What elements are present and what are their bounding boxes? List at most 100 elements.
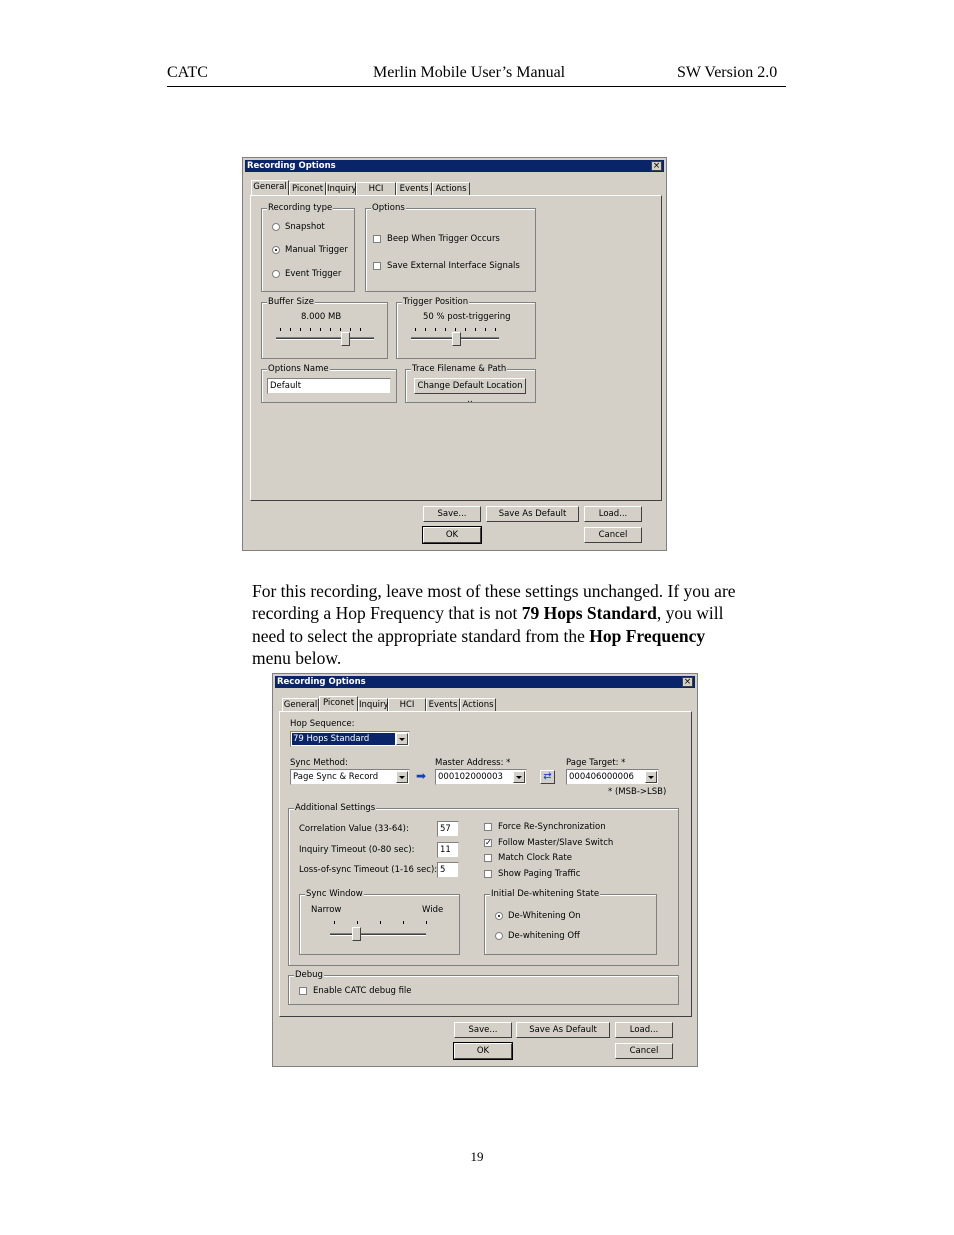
correlation-label: Correlation Value (33-64):	[299, 824, 409, 834]
save-as-default-button[interactable]: Save As Default	[516, 1022, 610, 1038]
options-name-input[interactable]: Default	[267, 378, 391, 394]
close-icon[interactable]: ×	[682, 677, 693, 687]
follow-switch-checkbox[interactable]: ✓	[484, 839, 492, 847]
master-address-select[interactable]: 000102000003	[435, 769, 527, 785]
trigger-position-slider[interactable]	[452, 332, 461, 346]
sync-window-wide: Wide	[422, 905, 444, 915]
ok-button[interactable]: OK	[453, 1042, 513, 1060]
sync-window-slider[interactable]	[352, 927, 361, 941]
beep-checkbox[interactable]	[373, 235, 381, 243]
additional-settings-group: Additional Settings Correlation Value (3…	[288, 803, 679, 966]
tab-hci[interactable]: HCI	[356, 182, 396, 195]
sync-method-value: Page Sync & Record	[293, 772, 379, 782]
tab-events[interactable]: Events	[396, 182, 432, 195]
save-button[interactable]: Save...	[454, 1022, 512, 1038]
buffer-size-group: Buffer Size 8.000 MB	[261, 297, 388, 359]
dewhitening-on-radio[interactable]	[495, 912, 503, 920]
sync-window-track	[330, 933, 426, 936]
paragraph-bold-2: Hop Frequency	[589, 625, 706, 646]
dialog-title-bar: Recording Options ×	[245, 160, 664, 172]
page-target-select[interactable]: 000406000006	[566, 769, 659, 785]
buffer-size-slider[interactable]	[341, 332, 350, 346]
event-trigger-radio[interactable]	[272, 270, 280, 278]
dewhitening-label: Initial De-whitening State	[490, 889, 601, 899]
trigger-position-value: 50 % post-triggering	[423, 312, 511, 322]
cancel-button[interactable]: Cancel	[584, 527, 642, 543]
trigger-position-group: Trigger Position 50 % post-triggering	[396, 297, 536, 359]
instruction-paragraph: For this recording, leave most of these …	[252, 580, 742, 669]
match-clock-checkbox[interactable]	[484, 854, 492, 862]
inquiry-timeout-input[interactable]: 11	[437, 842, 459, 858]
correlation-input[interactable]: 57	[437, 821, 459, 837]
ok-button[interactable]: OK	[422, 526, 482, 544]
master-address-label: Master Address: *	[435, 758, 511, 768]
hop-sequence-select[interactable]: 79 Hops Standard	[290, 731, 410, 747]
page-target-label: Page Target: *	[566, 758, 626, 768]
chevron-down-icon[interactable]	[396, 733, 408, 745]
snapshot-radio[interactable]	[272, 223, 280, 231]
load-button[interactable]: Load...	[615, 1022, 673, 1038]
recording-options-dialog-general: Recording Options × General Piconet Inqu…	[242, 157, 667, 551]
sync-window-narrow: Narrow	[311, 905, 342, 915]
master-address-value: 000102000003	[438, 772, 503, 782]
header-rule	[167, 86, 786, 87]
tab-inquiry[interactable]: Inquiry	[326, 182, 357, 195]
tab-actions[interactable]: Actions	[432, 182, 470, 195]
dewhitening-off-radio[interactable]	[495, 932, 503, 940]
cancel-button[interactable]: Cancel	[615, 1043, 673, 1059]
hop-sequence-value: 79 Hops Standard	[292, 733, 395, 745]
msb-note: * (MSB->LSB)	[608, 787, 667, 797]
force-resync-label: Force Re-Synchronization	[498, 822, 606, 832]
load-button[interactable]: Load...	[584, 506, 642, 522]
tab-panel-piconet: Hop Sequence: 79 Hops Standard Sync Meth…	[279, 711, 692, 1017]
save-button[interactable]: Save...	[423, 506, 481, 522]
tab-hci[interactable]: HCI	[388, 698, 426, 711]
manual-trigger-label: Manual Trigger	[285, 245, 348, 255]
tab-piconet[interactable]: Piconet	[319, 696, 358, 711]
sync-window-group: Sync Window Narrow Wide	[299, 889, 460, 955]
dialog-title-bar: Recording Options ×	[275, 676, 695, 688]
dialog-title: Recording Options	[247, 161, 336, 171]
tab-actions[interactable]: Actions	[460, 698, 496, 711]
tab-events[interactable]: Events	[426, 698, 460, 711]
force-resync-checkbox[interactable]	[484, 823, 492, 831]
chevron-down-icon[interactable]	[513, 771, 525, 783]
buffer-size-track	[276, 337, 374, 340]
header-left: CATC	[167, 64, 208, 81]
dialog-title: Recording Options	[277, 677, 366, 687]
trace-filename-label: Trace Filename & Path	[411, 364, 508, 374]
recording-options-dialog-piconet: Recording Options × General Piconet Inqu…	[272, 673, 698, 1067]
page-target-value: 000406000006	[569, 772, 634, 782]
header-version: SW Version 2.0	[677, 64, 778, 81]
buffer-size-value: 8.000 MB	[301, 312, 342, 322]
paragraph-text-3: menu below.	[252, 647, 342, 668]
loss-timeout-input[interactable]: 5	[437, 862, 459, 878]
close-icon[interactable]: ×	[651, 161, 662, 171]
options-label: Options	[371, 203, 406, 213]
dewhitening-on-label: De-Whitening On	[508, 911, 581, 921]
sync-window-label: Sync Window	[305, 889, 364, 899]
manual-trigger-radio[interactable]	[272, 246, 280, 254]
sync-method-select[interactable]: Page Sync & Record	[290, 769, 410, 785]
debug-label: Debug	[294, 970, 324, 980]
loss-timeout-label: Loss-of-sync Timeout (1-16 sec):	[299, 865, 438, 875]
save-as-default-button[interactable]: Save As Default	[486, 506, 579, 522]
save-signals-label: Save External Interface Signals	[387, 261, 520, 271]
paragraph-bold-1: 79 Hops Standard	[521, 603, 657, 624]
chevron-down-icon[interactable]	[645, 771, 657, 783]
header-title: Merlin Mobile User’s Manual	[373, 64, 566, 81]
tab-inquiry[interactable]: Inquiry	[358, 698, 389, 711]
beep-label: Beep When Trigger Occurs	[387, 234, 500, 244]
show-paging-checkbox[interactable]	[484, 870, 492, 878]
tab-general[interactable]: General	[282, 698, 319, 711]
save-signals-checkbox[interactable]	[373, 262, 381, 270]
tab-general[interactable]: General	[251, 180, 289, 195]
debug-checkbox[interactable]	[299, 987, 307, 995]
arrow-right-icon: ➡	[416, 769, 427, 783]
trace-filename-group: Trace Filename & Path Change Default Loc…	[405, 364, 536, 405]
follow-switch-label: Follow Master/Slave Switch	[498, 838, 614, 848]
swap-icon[interactable]: ⇄	[540, 770, 555, 784]
tab-piconet[interactable]: Piconet	[289, 182, 326, 195]
chevron-down-icon[interactable]	[396, 771, 408, 783]
change-location-button[interactable]: Change Default Location ..	[414, 378, 526, 405]
